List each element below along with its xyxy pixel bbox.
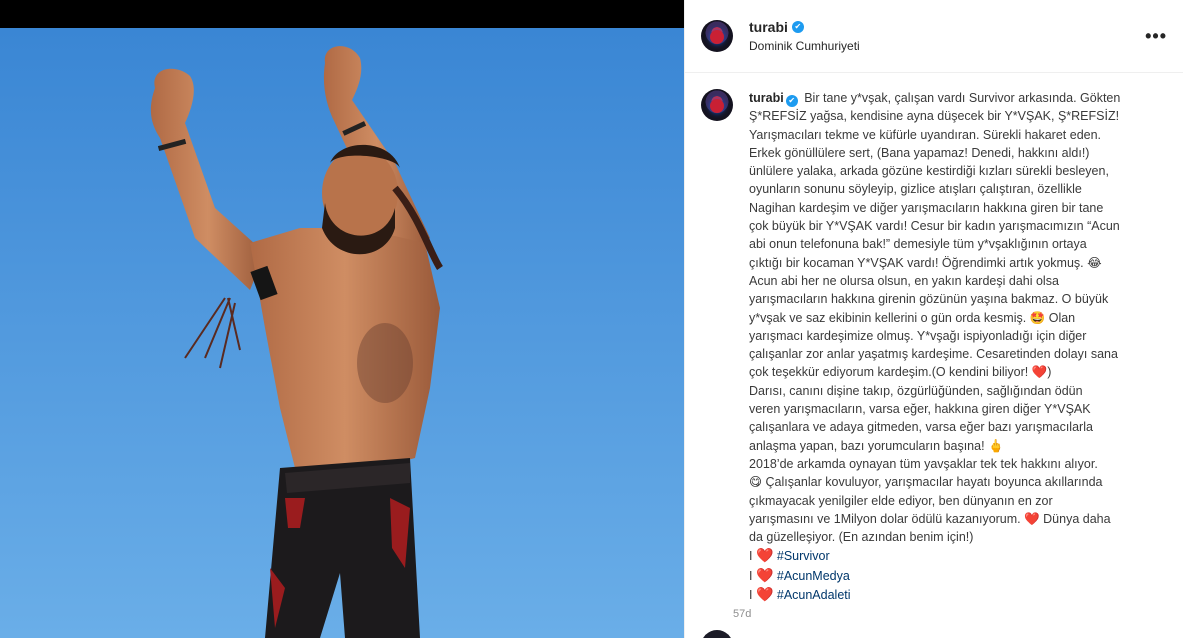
caption-line: abi onun telefonuna bak!” demesiyle tüm …: [749, 237, 1087, 252]
caption-line: çıkmayacak yenilgiler elde ediyor, ben d…: [749, 493, 1053, 508]
heart-icon: ❤️: [755, 586, 774, 603]
caption-author-avatar[interactable]: [701, 89, 733, 121]
post-header: turabi ✔ Dominik Cumhuriyeti •••: [685, 0, 1183, 73]
verified-badge-icon: ✔: [791, 21, 804, 33]
caption-line: Darısı, canını dişine takıp, özgürlüğünd…: [749, 383, 1083, 398]
comment-avatar[interactable]: [701, 630, 733, 638]
more-options-icon[interactable]: •••: [1145, 26, 1167, 47]
caption-line: yarışmacı kardeşimize olmuş. Y*vşağı isp…: [749, 328, 1087, 343]
caption-line: Ş*REFSİZ yağsa, kendisine ayna düşecek b…: [749, 109, 1120, 124]
caption-body: turabi ✔ Bir tane y*vşak, çalışan vardı S…: [733, 89, 1159, 620]
hashtag-lines: I ❤️ #Survivor I ❤️ #AcunMedya I ❤️ #AcunA…: [749, 546, 1159, 604]
caption-block: turabi ✔ Bir tane y*vşak, çalışan vardı S…: [685, 73, 1183, 620]
post-timestamp[interactable]: 57d: [733, 608, 1159, 620]
caption-line: Acun abi her ne olursa olsun, en yakın k…: [749, 273, 1059, 288]
caption-line: çıktığı bir kocaman Y*VŞAK vardı! Öğrend…: [749, 255, 1102, 270]
hashtag-prefix: I: [749, 549, 756, 564]
caption-line: veren yarışmacıların, varsa eğer, hakkın…: [749, 402, 1091, 417]
caption-line: çok büyük bir Y*VŞAK vardı! Cesur bir ka…: [749, 219, 1120, 234]
author-username[interactable]: turabi: [749, 19, 788, 35]
hashtag-link[interactable]: #AcunAdaleti: [773, 588, 851, 602]
hashtag-line: I ❤️ #AcunMedya: [749, 566, 1159, 585]
caption-line: Erkek gönüllülere sert, (Bana yapamaz! D…: [749, 145, 1090, 160]
instagram-post-view: turabi ✔ Dominik Cumhuriyeti ••• turabi ✔…: [0, 0, 1183, 638]
post-location[interactable]: Dominik Cumhuriyeti: [749, 39, 1145, 53]
caption-text: turabi ✔ Bir tane y*vşak, çalışan vardı S…: [749, 89, 1159, 604]
caption-lines: Bir tane y*vşak, çalışan vardı Survivor …: [749, 91, 1120, 544]
caption-line: oyunların sonunu söyleyip, gizlice atışl…: [749, 182, 1082, 197]
hashtag-line: I ❤️ #Survivor: [749, 546, 1159, 565]
caption-line: yarışmasını ve 1Milyon dolar ödülü kazan…: [749, 511, 1111, 526]
photo-top-bar: [0, 0, 684, 28]
caption-line: 😋 Çalışanlar kovuluyor, yarışmacılar hay…: [749, 475, 1103, 490]
hashtag-prefix: I: [749, 568, 756, 583]
hashtag-link[interactable]: #AcunMedya: [773, 569, 850, 583]
caption-line: yarışmacıların hakkına girenin gözünün y…: [749, 292, 1109, 307]
hashtag-link[interactable]: #Survivor: [773, 549, 830, 563]
athlete-photo-illustration: [0, 28, 684, 638]
post-side-panel: turabi ✔ Dominik Cumhuriyeti ••• turabi ✔…: [684, 0, 1183, 638]
caption-line: Bir tane y*vşak, çalışan vardı Survivor …: [804, 91, 1121, 105]
caption-line: çalışanlara ve adaya gitmeden, varsa eğe…: [749, 420, 1093, 435]
caption-line: çok teşekkür ediyorum kardeşim.(O kendin…: [749, 365, 1052, 380]
username-row: turabi ✔: [749, 19, 1145, 35]
caption-line: 2018’de arkamda oynayan tüm yavşaklar te…: [749, 456, 1098, 471]
caption-username[interactable]: turabi: [749, 91, 784, 105]
caption-line: çalışanlar zor anlar yaşatmış kardeşime.…: [749, 347, 1118, 362]
caption-verified-badge-icon: ✔: [785, 95, 798, 107]
caption-line: da güzelleşiyor. (En azından benim için!…: [749, 530, 974, 545]
caption-line: anlaşma yapan, bazı yorumcuların başına!…: [749, 438, 1004, 453]
author-avatar[interactable]: [701, 20, 733, 52]
hashtag-line: I ❤️ #AcunAdaleti: [749, 585, 1159, 604]
author-info: turabi ✔ Dominik Cumhuriyeti: [749, 19, 1145, 53]
caption-line: ünlülere yalaka, arkada gözüne kestirdiğ…: [749, 164, 1109, 179]
caption-line: y*vşak ve saz ekibinin kellerini o gün o…: [749, 310, 1076, 325]
heart-icon: ❤️: [755, 547, 774, 564]
caption-line: Yarışmacıları tekme ve küfürle uyandıran…: [749, 127, 1102, 142]
heart-icon: ❤️: [755, 566, 774, 583]
post-photo[interactable]: [0, 0, 684, 638]
hashtag-prefix: I: [749, 588, 756, 603]
caption-line: Nagihan kardeşim ve diğer yarışmacıların…: [749, 200, 1104, 215]
